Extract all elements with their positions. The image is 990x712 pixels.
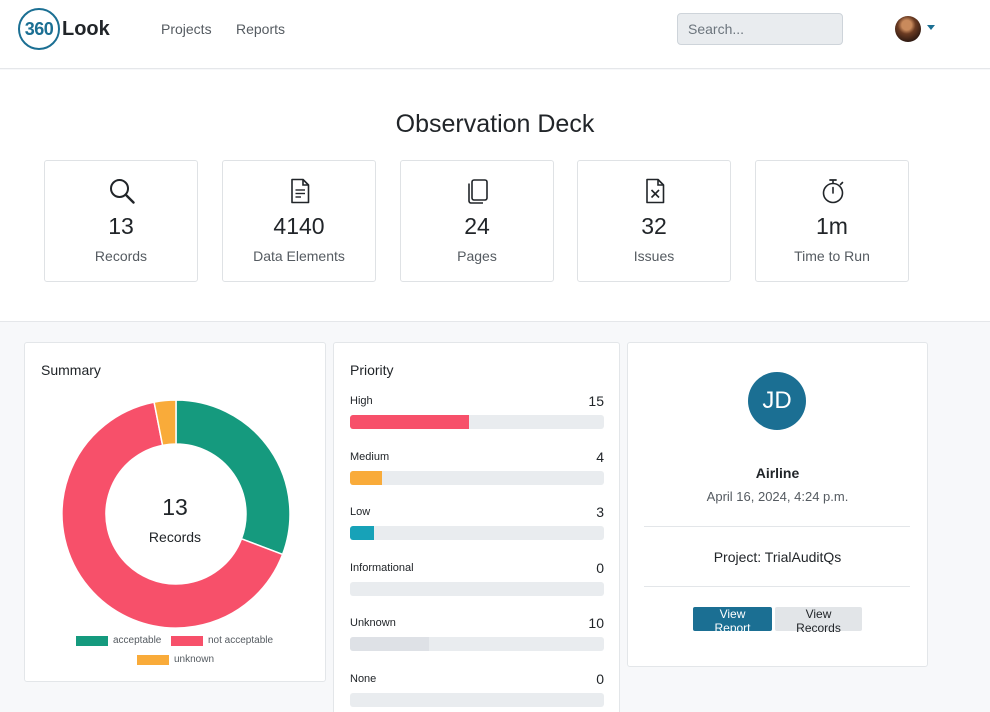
priority-row-high: High 15 [350,393,604,435]
priority-card: Priority High 15 Medium 4 Low 3 Informat… [333,342,620,712]
stat-label: Time to Run [794,248,870,264]
priority-count: 0 [596,560,604,576]
project-card: JD Airline April 16, 2024, 4:24 p.m. Pro… [627,342,928,667]
legend-label: unknown [174,654,215,665]
priority-count: 10 [588,615,604,631]
logo-number: 360 [24,18,54,39]
progress-fill [350,415,470,429]
donut-center-label: Records [148,529,202,545]
chevron-down-icon[interactable] [927,25,935,30]
progress-track [350,582,604,596]
legend-label: acceptable [113,635,162,646]
stat-card-issues: 32 Issues [577,160,731,282]
stat-label: Data Elements [253,248,345,264]
progress-fill [350,471,382,485]
user-avatar[interactable] [895,16,921,42]
priority-label: Unknown [350,617,396,629]
priority-row-none: None 0 [350,671,604,712]
stat-label: Issues [633,248,675,264]
observation-deck: Observation Deck 13 Records 4140 Data El… [0,70,990,322]
legend-swatch [171,635,203,646]
page-title: Observation Deck [395,110,595,138]
stat-card-records: 13 Records [44,160,198,282]
logo-circle: 360 [18,8,60,50]
logo[interactable]: 360 Look [18,8,110,50]
progress-fill [350,526,374,540]
stat-label: Records [94,248,148,264]
stat-value: 32 [641,213,667,239]
organization-name: Airline [755,465,800,481]
legend-swatch [137,654,169,665]
legend-item-unknown: unknown [137,654,214,665]
priority-label: High [350,395,373,407]
legend-item-acceptable: acceptable [76,635,161,646]
project-name: Project: TrialAuditQs [713,549,842,565]
card-title: Priority [350,362,394,378]
legend-label: not acceptable [208,635,274,646]
stopwatch-icon [822,179,844,204]
stat-card-pages: 24 Pages [400,160,554,282]
nav-link-projects[interactable]: Projects [161,21,212,37]
legend-swatch [76,635,108,646]
stat-value: 13 [108,213,134,239]
priority-label: Informational [350,562,414,574]
search-input[interactable] [677,13,843,45]
priority-row-unknown: Unknown 10 [350,615,604,657]
stat-value: 4140 [273,213,325,239]
priority-label: None [350,673,377,685]
run-date: April 16, 2024, 4:24 p.m. [706,489,849,504]
logo-word: Look [62,17,110,40]
stat-card-time-to-run: 1m Time to Run [755,160,909,282]
files-icon [468,179,488,204]
priority-label: Low [350,506,371,518]
file-x-icon [646,178,665,204]
view-records-button[interactable]: View Records [775,607,862,635]
document-icon [291,178,310,204]
summary-card: Summary 13 Records acceptable not accept… [24,342,326,682]
progress-track [350,415,604,429]
stat-card-data-elements: 4140 Data Elements [222,160,376,282]
search-icon [110,179,135,204]
nav-link-reports[interactable]: Reports [236,21,285,37]
progress-track [350,693,604,707]
progress-track [350,526,604,540]
priority-count: 3 [596,504,604,520]
priority-row-low: Low 3 [350,504,604,546]
progress-fill [350,637,430,651]
donut-center-value: 13 [162,494,188,520]
priority-label: Medium [350,451,390,463]
divider [644,586,910,587]
priority-count: 15 [588,393,604,409]
stat-label: Pages [457,248,497,264]
progress-track [350,471,604,485]
navbar: 360 Look Projects Reports [0,0,990,69]
priority-row-medium: Medium 4 [350,449,604,491]
stat-value: 24 [464,213,490,239]
progress-track [350,637,604,651]
legend-item-not-acceptable: not acceptable [171,635,273,646]
stat-value: 1m [816,213,848,239]
user-initials-avatar: JD [748,372,806,430]
priority-row-informational: Informational 0 [350,560,604,602]
priority-count: 0 [596,671,604,687]
view-report-button[interactable]: View Report [693,607,772,635]
priority-count: 4 [596,449,604,465]
divider [644,526,910,527]
